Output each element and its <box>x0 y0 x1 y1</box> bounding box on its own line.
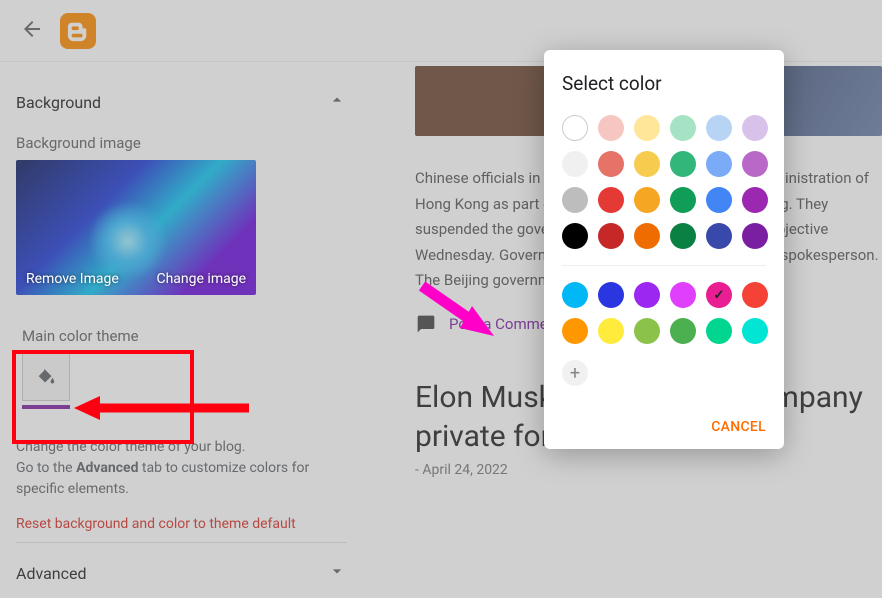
color-swatch[interactable] <box>562 115 588 141</box>
back-icon[interactable] <box>20 17 44 45</box>
popover-title: Select color <box>562 72 766 95</box>
color-swatch[interactable] <box>742 282 768 308</box>
theme-help-text: Change the color theme of your blog. Go … <box>16 437 347 500</box>
color-swatch[interactable] <box>634 187 660 213</box>
section-advanced[interactable]: Advanced <box>16 549 347 597</box>
color-swatch[interactable] <box>598 318 624 344</box>
color-swatch[interactable] <box>706 318 732 344</box>
chevron-down-icon <box>327 561 347 585</box>
color-theme-button[interactable] <box>22 353 70 401</box>
color-swatch[interactable] <box>742 187 768 213</box>
add-color-button[interactable]: + <box>562 360 588 386</box>
color-swatch[interactable] <box>562 318 588 344</box>
change-image-button[interactable]: Change image <box>156 271 246 287</box>
color-swatch[interactable] <box>670 223 696 249</box>
color-swatch[interactable] <box>706 223 732 249</box>
main-color-theme-label: Main color theme <box>22 327 337 345</box>
background-thumbnail[interactable]: Remove Image Change image <box>16 160 256 295</box>
custom-palette <box>562 282 766 344</box>
section-background[interactable]: Background <box>16 78 347 126</box>
color-swatch[interactable] <box>670 187 696 213</box>
color-swatch[interactable] <box>598 115 624 141</box>
color-swatch[interactable] <box>598 282 624 308</box>
color-swatch[interactable] <box>634 282 660 308</box>
background-image-label: Background image <box>16 134 347 152</box>
paint-bucket-icon <box>35 366 57 388</box>
color-swatch[interactable] <box>670 115 696 141</box>
section-title: Background <box>16 93 101 112</box>
color-swatch[interactable] <box>598 223 624 249</box>
color-swatch[interactable] <box>598 187 624 213</box>
color-swatch[interactable] <box>742 115 768 141</box>
preset-palette <box>562 115 766 249</box>
color-swatch[interactable] <box>706 187 732 213</box>
section-title: Advanced <box>16 564 87 583</box>
color-swatch[interactable] <box>562 282 588 308</box>
comment-icon <box>415 314 437 334</box>
color-swatch[interactable] <box>562 187 588 213</box>
chevron-up-icon <box>327 90 347 114</box>
blogger-logo <box>60 13 96 49</box>
color-swatch[interactable] <box>562 151 588 177</box>
cancel-button[interactable]: CANCEL <box>711 419 766 435</box>
color-swatch[interactable] <box>634 151 660 177</box>
color-swatch[interactable] <box>706 151 732 177</box>
color-swatch[interactable] <box>706 115 732 141</box>
color-swatch[interactable] <box>670 151 696 177</box>
color-swatch[interactable] <box>634 318 660 344</box>
color-swatch[interactable] <box>742 223 768 249</box>
reset-theme-link[interactable]: Reset background and color to theme defa… <box>16 516 347 532</box>
divider <box>16 542 347 543</box>
color-swatch[interactable] <box>706 282 732 308</box>
remove-image-button[interactable]: Remove Image <box>26 271 119 287</box>
color-swatch[interactable] <box>742 151 768 177</box>
color-swatch[interactable] <box>598 151 624 177</box>
main-color-theme-section: Main color theme <box>16 313 347 419</box>
color-swatch[interactable] <box>634 223 660 249</box>
color-picker-popover: Select color + CANCEL <box>544 50 784 449</box>
divider <box>562 265 766 266</box>
color-swatch[interactable] <box>670 318 696 344</box>
article-date: - April 24, 2022 <box>415 462 882 478</box>
color-swatch[interactable] <box>562 223 588 249</box>
color-swatch[interactable] <box>634 115 660 141</box>
color-swatch[interactable] <box>670 282 696 308</box>
color-swatch[interactable] <box>742 318 768 344</box>
current-theme-underline <box>22 405 70 409</box>
theme-sidebar: Background Background image Remove Image… <box>0 62 367 598</box>
